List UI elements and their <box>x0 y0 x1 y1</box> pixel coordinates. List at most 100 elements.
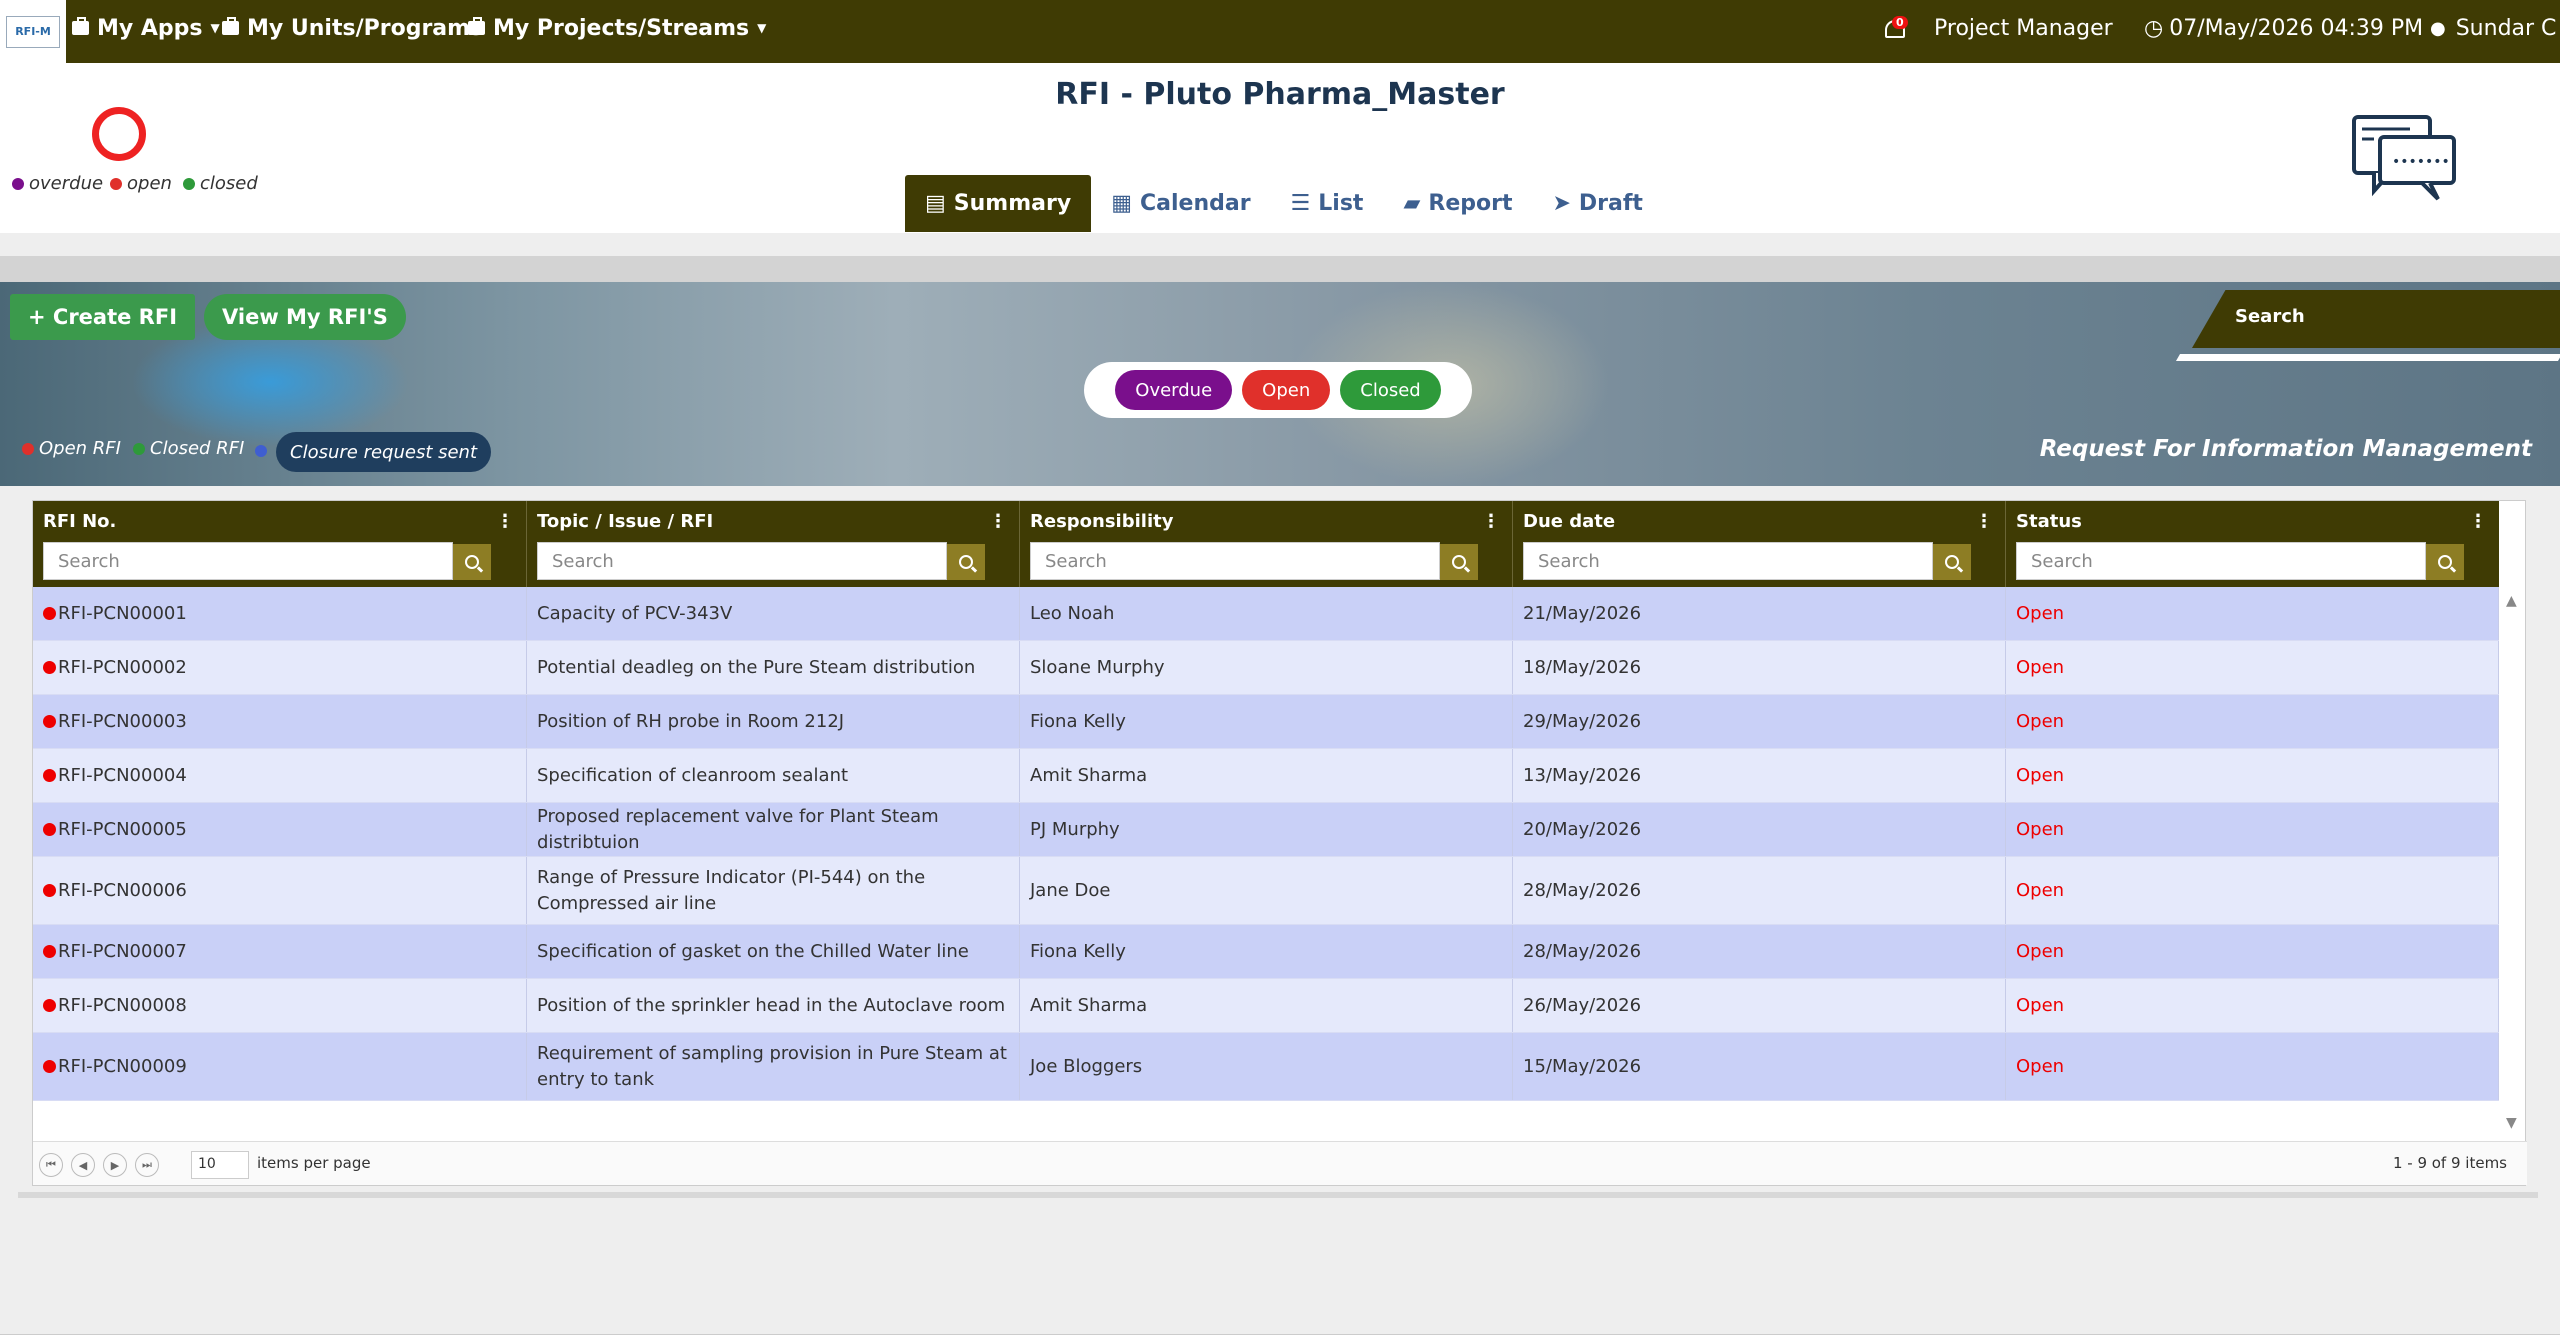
tab-summary[interactable]: ▤ Summary <box>905 175 1092 232</box>
cell-topic: Specification of gasket on the Chilled W… <box>527 925 1020 978</box>
cell-text: 18/May/2026 <box>1523 656 1642 678</box>
search-icon[interactable] <box>1440 544 1478 580</box>
page-size-select[interactable]: 10 <box>191 1151 249 1179</box>
table-row[interactable]: RFI-PCN00008 Position of the sprinkler he… <box>33 979 2499 1033</box>
scroll-up-icon[interactable]: ▲ <box>2506 593 2517 609</box>
cell-text: Open <box>2016 818 2065 840</box>
cell-text: Proposed replacement valve for Plant Ste… <box>537 805 939 853</box>
nav-my-projects[interactable]: My Projects/Streams ▼ <box>468 0 766 56</box>
column-title[interactable]: Status <box>2016 511 2082 532</box>
datetime-display: ◷ 07/May/2026 04:39 PM <box>2144 0 2423 56</box>
column-menu-icon[interactable]: ⋮ <box>989 511 1007 532</box>
search-icon[interactable] <box>2426 544 2464 580</box>
responsibility-search-input[interactable]: Search <box>1030 542 1440 580</box>
column-title[interactable]: Responsibility <box>1030 511 1173 532</box>
legend-closed-rfi: Closed RFI <box>133 438 244 459</box>
cell-text: Amit Sharma <box>1030 994 1148 1016</box>
create-rfi-button[interactable]: + Create RFI <box>10 294 196 340</box>
topic-search-input[interactable]: Search <box>537 542 947 580</box>
cell-no: RFI-PCN00001 <box>33 587 527 640</box>
legend-overdue: overdue <box>12 173 103 194</box>
table-row[interactable]: RFI-PCN00001 Capacity of PCV-343V Leo Noah… <box>33 587 2499 641</box>
table-row[interactable]: RFI-PCN00002 Potential deadleg on the Pur… <box>33 641 2499 695</box>
nav-label: My Apps <box>97 15 203 41</box>
cell-status: Open <box>2006 857 2499 924</box>
cell-text: 21/May/2026 <box>1523 602 1642 624</box>
cell-status: Open <box>2006 749 2499 802</box>
cell-text: Joe Bloggers <box>1030 1055 1143 1077</box>
banner-search-label[interactable]: Search <box>2235 306 2305 327</box>
cell-topic: Requirement of sampling provision in Pur… <box>527 1033 1020 1100</box>
notification-count: 0 <box>1892 16 1908 29</box>
cell-text: RFI-PCN00009 <box>58 1055 187 1077</box>
list-icon: ☰ <box>1290 191 1311 216</box>
logo-text: RFI-M <box>6 15 60 48</box>
prev-page-icon[interactable]: ◀ <box>71 1153 95 1177</box>
last-page-icon[interactable]: ⏭ <box>135 1153 159 1177</box>
cell-text: 29/May/2026 <box>1523 710 1642 732</box>
nav-my-apps[interactable]: My Apps ▼ <box>72 0 220 56</box>
cell-status: Open <box>2006 641 2499 694</box>
app-logo[interactable]: RFI-M <box>0 0 66 63</box>
legend-open-rfi: Open RFI <box>22 438 121 459</box>
first-page-icon[interactable]: ⏮ <box>39 1153 63 1177</box>
cell-status: Open <box>2006 695 2499 748</box>
cell-due: 15/May/2026 <box>1513 1033 2006 1100</box>
next-page-icon[interactable]: ▶ <box>103 1153 127 1177</box>
user-name: Sundar C <box>2455 15 2557 41</box>
column-menu-icon[interactable]: ⋮ <box>2469 511 2487 532</box>
search-icon[interactable] <box>453 544 491 580</box>
user-icon: ● <box>2430 17 2446 39</box>
tab-list[interactable]: ☰ List <box>1271 175 1384 232</box>
scroll-down-icon[interactable]: ▼ <box>2506 1115 2517 1131</box>
table-row[interactable]: RFI-PCN00006 Range of Pressure Indicator … <box>33 857 2499 925</box>
column-title[interactable]: RFI No. <box>43 511 116 532</box>
cell-text: RFI-PCN00002 <box>58 656 187 678</box>
table-row[interactable]: RFI-PCN00003 Position of RH probe in Room… <box>33 695 2499 749</box>
column-title[interactable]: Due date <box>1523 511 1615 532</box>
status-dot-icon <box>43 945 56 958</box>
tab-draft[interactable]: ➤ Draft <box>1532 175 1662 232</box>
cell-text: Leo Noah <box>1030 602 1115 624</box>
status-filter-group: Overdue Open Closed <box>1084 362 1472 418</box>
table-row[interactable]: RFI-PCN00005 Proposed replacement valve f… <box>33 803 2499 857</box>
grid-pager: ⏮ ◀ ▶ ⏭ 10 items per page 1 - 9 of 9 ite… <box>33 1141 2527 1185</box>
send-icon: ➤ <box>1552 191 1571 216</box>
column-menu-icon[interactable]: ⋮ <box>496 511 514 532</box>
caret-down-icon: ▼ <box>757 21 767 35</box>
grid-scrollbar[interactable]: ▲ ▼ <box>2501 587 2525 1135</box>
status-dot-icon <box>43 607 56 620</box>
cell-text: 28/May/2026 <box>1523 879 1642 901</box>
filter-overdue-button[interactable]: Overdue <box>1115 370 1233 410</box>
table-row[interactable]: RFI-PCN00004 Specification of cleanroom s… <box>33 749 2499 803</box>
column-title[interactable]: Topic / Issue / RFI <box>537 511 713 532</box>
nav-label: My Units/Programs <box>247 15 484 41</box>
status-dot-icon <box>43 1060 56 1073</box>
due-date-search-input[interactable]: Search <box>1523 542 1933 580</box>
status-search-input[interactable]: Search <box>2016 542 2426 580</box>
status-ring-chart <box>92 107 146 161</box>
cell-text: Open <box>2016 879 2065 901</box>
nav-my-units[interactable]: My Units/Programs <box>222 0 483 56</box>
tab-calendar[interactable]: ▦ Calendar <box>1091 175 1270 232</box>
tab-report[interactable]: ▰ Report <box>1383 175 1532 232</box>
cell-topic: Potential deadleg on the Pure Steam dist… <box>527 641 1020 694</box>
rfi-no-search-input[interactable]: Search <box>43 542 453 580</box>
column-menu-icon[interactable]: ⋮ <box>1975 511 1993 532</box>
cell-text: Open <box>2016 710 2065 732</box>
table-row[interactable]: RFI-PCN00007 Specification of gasket on t… <box>33 925 2499 979</box>
filter-closed-button[interactable]: Closed <box>1340 370 1441 410</box>
table-row[interactable]: RFI-PCN00009 Requirement of sampling prov… <box>33 1033 2499 1101</box>
search-icon[interactable] <box>947 544 985 580</box>
role-label[interactable]: Project Manager <box>1934 0 2113 56</box>
cell-resp: Fiona Kelly <box>1020 695 1513 748</box>
column-menu-icon[interactable]: ⋮ <box>1482 511 1500 532</box>
user-menu[interactable]: ● Sundar C <box>2430 0 2556 56</box>
search-icon[interactable] <box>1933 544 1971 580</box>
filter-open-button[interactable]: Open <box>1242 370 1331 410</box>
notification-bell-icon[interactable]: 0 <box>1882 12 1908 42</box>
view-my-rfis-button[interactable]: View My RFI'S <box>204 294 406 340</box>
cell-text: PJ Murphy <box>1030 818 1120 840</box>
cell-text: RFI-PCN00006 <box>58 879 187 901</box>
legend-closure-request[interactable]: Closure request sent <box>276 432 492 472</box>
